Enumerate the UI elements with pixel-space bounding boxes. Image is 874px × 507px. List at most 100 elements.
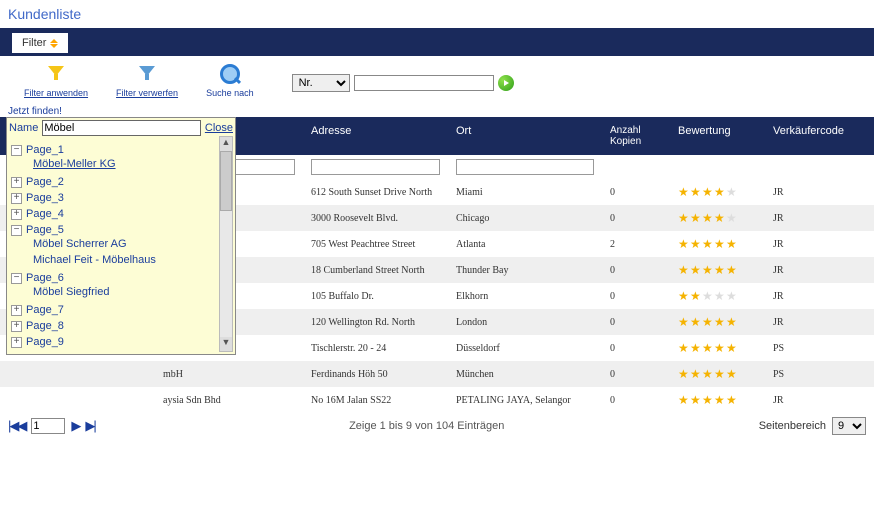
tree-leaf[interactable]: Möbel Siegfried	[11, 284, 217, 300]
filter-input[interactable]	[456, 159, 594, 175]
rating-cell	[670, 391, 765, 409]
popup-name-input[interactable]	[42, 120, 201, 136]
cell: Miami	[448, 184, 602, 201]
pager: |◀◀ ▶ ▶| Zeige 1 bis 9 von 104 Einträgen…	[0, 413, 874, 439]
first-page-button[interactable]: |◀◀	[8, 418, 25, 434]
scroll-up-icon[interactable]: ▲	[220, 137, 232, 151]
tree-leaf[interactable]: Michael Feit - Möbelhaus	[11, 252, 217, 268]
filter-input[interactable]	[311, 159, 440, 175]
scroll-thumb[interactable]	[220, 151, 232, 211]
search-value-input[interactable]	[354, 75, 494, 91]
star-icon	[714, 394, 726, 406]
star-icon	[702, 212, 714, 224]
cell: Elkhorn	[448, 288, 602, 305]
sort-icon	[50, 39, 58, 48]
expand-icon[interactable]: +	[11, 209, 22, 220]
discard-filter-button[interactable]: Filter verwerfen	[116, 64, 178, 98]
cell: 105 Buffalo Dr.	[303, 288, 448, 305]
popup-close-link[interactable]: Close	[205, 122, 233, 134]
tree-leaf[interactable]: Möbel Scherrer AG	[11, 236, 217, 252]
rating-cell	[670, 313, 765, 331]
star-icon	[714, 368, 726, 380]
popup-header: Name Close	[7, 118, 235, 138]
cell: 612 South Sunset Drive North	[303, 184, 448, 201]
search-button[interactable]: Suche nach	[206, 64, 254, 98]
cell: 0	[602, 340, 670, 357]
tree-node-header[interactable]: +Page_8	[11, 320, 217, 332]
cell: 0	[602, 392, 670, 409]
cell: JR	[765, 392, 874, 409]
cell: 0	[602, 366, 670, 383]
tree-node-header[interactable]: + Page_4	[11, 208, 217, 220]
tree-node-header[interactable]: −Page_6	[11, 272, 217, 284]
rating-cell	[670, 183, 765, 201]
expand-icon[interactable]: +	[11, 337, 22, 348]
go-button[interactable]	[498, 75, 514, 91]
cell: München	[448, 366, 602, 383]
cell: JR	[765, 210, 874, 227]
star-icon	[678, 212, 690, 224]
cell: Thunder Bay	[448, 262, 602, 279]
cell: Düsseldorf	[448, 340, 602, 357]
expand-icon[interactable]: +	[11, 193, 22, 204]
tree-node-header[interactable]: −Page_1	[11, 144, 217, 156]
cell: JR	[765, 288, 874, 305]
tree-node: +Page_3	[11, 190, 217, 206]
rating-cell	[670, 287, 765, 305]
tab-filter[interactable]: Filter	[12, 33, 68, 53]
search-box: Nr.	[292, 74, 514, 92]
next-page-button[interactable]: ▶	[71, 418, 79, 434]
star-icon	[714, 212, 726, 224]
col-header-ort[interactable]: Ort	[448, 125, 602, 147]
star-icon	[726, 290, 738, 302]
cell: PS	[765, 366, 874, 383]
tree-node: +Page_9	[11, 334, 217, 350]
star-icon	[714, 342, 726, 354]
apply-filter-button[interactable]: Filter anwenden	[24, 64, 88, 98]
star-icon	[678, 264, 690, 276]
col-header-bewertung[interactable]: Bewertung	[670, 125, 765, 147]
table-row[interactable]: mbHFerdinands Höh 50München0PS	[0, 361, 874, 387]
tree-node-header[interactable]: +Page_7	[11, 304, 217, 316]
cell: mbH	[155, 366, 303, 383]
tree-leaf[interactable]: Möbel-Meller KG	[11, 156, 217, 172]
expand-icon[interactable]: +	[11, 305, 22, 316]
star-icon	[678, 238, 690, 250]
popup-scrollbar[interactable]: ▲ ▼	[219, 136, 233, 352]
table-row[interactable]: aysia Sdn BhdNo 16M Jalan SS22PETALING J…	[0, 387, 874, 413]
funnel-icon	[46, 64, 66, 84]
expand-icon[interactable]: +	[11, 177, 22, 188]
tree-node-label: Page_6	[26, 272, 64, 284]
col-header-verkaeufer[interactable]: Verkäufercode	[765, 125, 874, 147]
tree-node-header[interactable]: −Page_5	[11, 224, 217, 236]
collapse-icon[interactable]: −	[11, 145, 22, 156]
tree-node-header[interactable]: +Page_2	[11, 176, 217, 188]
page-input[interactable]	[31, 418, 65, 434]
scroll-down-icon[interactable]: ▼	[220, 337, 232, 351]
cell: Chicago	[448, 210, 602, 227]
last-page-button[interactable]: ▶|	[85, 418, 94, 434]
collapse-icon[interactable]: −	[11, 273, 22, 284]
col-header-kopien[interactable]: Anzahl Kopien	[602, 125, 670, 147]
funnel-icon	[137, 64, 157, 84]
expand-icon[interactable]: +	[11, 321, 22, 332]
range-select[interactable]: 9	[832, 417, 866, 435]
search-field-select[interactable]: Nr.	[292, 74, 350, 92]
tree-node: +Page_2	[11, 174, 217, 190]
cell: 705 West Peachtree Street	[303, 236, 448, 253]
collapse-icon[interactable]: −	[11, 225, 22, 236]
tree-node-label: Page_4	[26, 208, 64, 220]
star-icon	[702, 186, 714, 198]
cell: London	[448, 314, 602, 331]
tree-node: −Page_1Möbel-Meller KG	[11, 142, 217, 174]
rating-cell	[670, 235, 765, 253]
cell: 18 Cumberland Street North	[303, 262, 448, 279]
star-icon	[690, 342, 702, 354]
tree-node-header[interactable]: +Page_9	[11, 336, 217, 348]
tree-node-header[interactable]: +Page_3	[11, 192, 217, 204]
col-header-adresse[interactable]: Adresse	[303, 125, 448, 147]
star-icon	[702, 264, 714, 276]
star-icon	[714, 290, 726, 302]
star-icon	[690, 316, 702, 328]
star-icon	[690, 394, 702, 406]
